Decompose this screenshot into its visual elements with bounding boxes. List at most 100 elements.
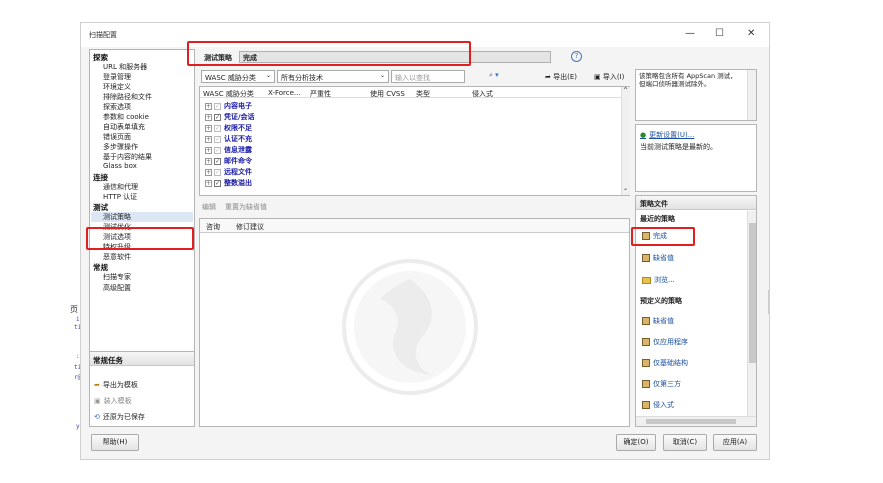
search-icon[interactable]: ⌕ ▾ <box>489 71 499 80</box>
column-header[interactable]: 侵入式 <box>472 89 493 99</box>
expand-icon[interactable]: + <box>205 124 212 132</box>
nav-item[interactable]: Glass box <box>103 162 137 170</box>
scroll-down-icon[interactable]: ⌄ <box>623 185 628 192</box>
table-row[interactable]: + ✓ 凭证/会话 <box>205 113 255 121</box>
browse-policy[interactable]: 浏览... <box>642 275 675 285</box>
search-input[interactable]: 输入以查找 <box>391 70 465 83</box>
tab-fix-recommendation[interactable]: 修订建议 <box>236 222 264 232</box>
row-label: 信息泄露 <box>224 146 252 154</box>
table-row[interactable]: + ✓ 权限不足 <box>205 124 252 132</box>
scroll-up-icon[interactable]: ^ <box>623 87 628 94</box>
load-template-task[interactable]: ▣ 装入模板 <box>94 396 132 406</box>
chevron-down-icon: ⌄ <box>380 72 386 79</box>
column-header[interactable]: 使用 CVSS <box>370 89 405 99</box>
export-template-task[interactable]: ➦ 导出为模板 <box>94 380 138 390</box>
maximize-button[interactable]: ☐ <box>715 28 724 39</box>
checkbox[interactable]: ✓ <box>214 168 221 176</box>
table-row[interactable]: + ✓ 认证不充 <box>205 135 252 143</box>
predefined-policy[interactable]: 侵入式 <box>642 400 674 410</box>
nav-item[interactable]: 扫描专家 <box>103 272 131 282</box>
predefined-policies-header: 预定义的策略 <box>640 297 682 305</box>
nav-item[interactable]: 错误页面 <box>103 132 131 142</box>
close-button[interactable]: ✕ <box>747 28 755 39</box>
export-button[interactable]: ➦ 导出(E) <box>545 72 577 82</box>
nav-item[interactable]: 排除路径和文件 <box>103 92 152 102</box>
technology-select[interactable]: 所有分析技术 ⌄ <box>277 70 389 83</box>
checkbox[interactable]: ✓ <box>214 179 221 187</box>
nav-item[interactable]: 登录管理 <box>103 72 131 82</box>
predefined-policy[interactable]: 缺省值 <box>642 316 674 326</box>
nav-item[interactable]: 参数和 cookie <box>103 112 149 122</box>
reset-default-button[interactable]: 重置为缺省值 <box>225 202 267 212</box>
nav-item[interactable]: 恶意软件 <box>103 252 131 262</box>
expand-icon[interactable]: + <box>205 179 212 187</box>
checkbox[interactable]: ✓ <box>214 124 221 132</box>
category-select[interactable]: WASC 威胁分类 ⌄ <box>201 70 275 83</box>
info-box: 该策略包含所有 AppScan 测试，但端口侦听器测试除外。 <box>635 69 757 121</box>
predefined-policy[interactable]: 仅第三方 <box>642 379 681 389</box>
apply-button[interactable]: 应用(A) <box>713 434 757 451</box>
row-label: 整数溢出 <box>224 179 252 187</box>
checkbox[interactable]: ✓ <box>214 135 221 143</box>
update-settings-link[interactable]: ● 更新设置(U)... <box>640 130 694 140</box>
table-row[interactable]: + ✓ 邮件命令 <box>205 157 252 165</box>
table-scrollbar[interactable]: ^ ⌄ <box>621 87 630 195</box>
help-icon[interactable]: ? <box>571 51 582 62</box>
scroll-thumb[interactable] <box>646 419 736 424</box>
policy-files-scrollbar[interactable] <box>747 211 756 416</box>
nav-item[interactable]: 高级配置 <box>103 283 131 293</box>
nav-item[interactable]: 环境定义 <box>103 82 131 92</box>
checkbox[interactable]: ✓ <box>214 157 221 165</box>
expand-icon[interactable]: + <box>205 102 212 110</box>
checkbox[interactable]: ✓ <box>214 113 221 121</box>
predefined-policy[interactable]: 仅应用程序 <box>642 337 688 347</box>
nav-item[interactable]: 探索选项 <box>103 102 131 112</box>
search-placeholder: 输入以查找 <box>395 74 430 82</box>
policy-label: 缺省值 <box>653 317 674 325</box>
checkbox[interactable]: ✓ <box>214 146 221 154</box>
background-divider <box>768 290 769 314</box>
nav-item[interactable]: 自动表单填充 <box>103 122 145 132</box>
expand-icon[interactable]: + <box>205 146 212 154</box>
policy-file-icon <box>642 254 650 262</box>
nav-item[interactable]: 基于内容的结果 <box>103 152 152 162</box>
import-button[interactable]: ▣ 导入(I) <box>594 72 624 82</box>
nav-item[interactable]: URL 和服务器 <box>103 62 147 72</box>
nav-item[interactable]: 多步骤操作 <box>103 142 138 152</box>
column-header[interactable]: 严重性 <box>310 89 331 99</box>
minimize-button[interactable]: — <box>685 28 695 39</box>
row-label: 权限不足 <box>224 124 252 132</box>
predefined-policy[interactable]: 仅基础结构 <box>642 358 688 368</box>
expand-icon[interactable]: + <box>205 157 212 165</box>
edit-button[interactable]: 编辑 <box>202 202 216 212</box>
nav-item-test-policy[interactable]: 测试策略 <box>103 212 131 222</box>
table-row[interactable]: + ✓ 远程文件 <box>205 168 252 176</box>
policy-label: 仅第三方 <box>653 380 681 388</box>
policy-label: 浏览... <box>654 276 675 284</box>
row-label: 认证不充 <box>224 135 252 143</box>
policy-files-hscrollbar[interactable] <box>636 416 756 426</box>
tab-advisory[interactable]: 咨询 <box>206 222 220 232</box>
column-header[interactable]: X-Force... <box>268 89 301 97</box>
expand-icon[interactable]: + <box>205 168 212 176</box>
column-header[interactable]: 类型 <box>416 89 430 99</box>
table-row[interactable]: + ✓ 信息泄露 <box>205 146 252 154</box>
table-row[interactable]: + ✓ 整数溢出 <box>205 179 252 187</box>
cancel-button[interactable]: 取消(C) <box>663 434 707 451</box>
expand-icon[interactable]: + <box>205 113 212 121</box>
column-header[interactable]: WASC 威胁分类 <box>203 89 254 99</box>
scan-config-window: 扫描配置 — ☐ ✕ 探索 URL 和服务器 登录管理 环境定义 排除路径和文件… <box>80 22 770 460</box>
update-icon: ● <box>640 131 647 139</box>
help-button[interactable]: 帮助(H) <box>91 434 139 451</box>
ok-button[interactable]: 确定(O) <box>616 434 656 451</box>
restore-saved-task[interactable]: ⟲ 还原为已保存 <box>94 412 145 422</box>
scroll-thumb[interactable] <box>749 223 756 363</box>
info-scrollbar[interactable] <box>747 70 756 120</box>
table-row[interactable]: + ✓ 内容电子 <box>205 102 252 110</box>
checkbox[interactable]: ✓ <box>214 102 221 110</box>
nav-item[interactable]: HTTP 认证 <box>103 192 137 202</box>
recent-policy-default[interactable]: 缺省值 <box>642 253 674 263</box>
nav-item[interactable]: 通信和代理 <box>103 182 138 192</box>
expand-icon[interactable]: + <box>205 135 212 143</box>
import-icon: ▣ <box>594 73 601 81</box>
